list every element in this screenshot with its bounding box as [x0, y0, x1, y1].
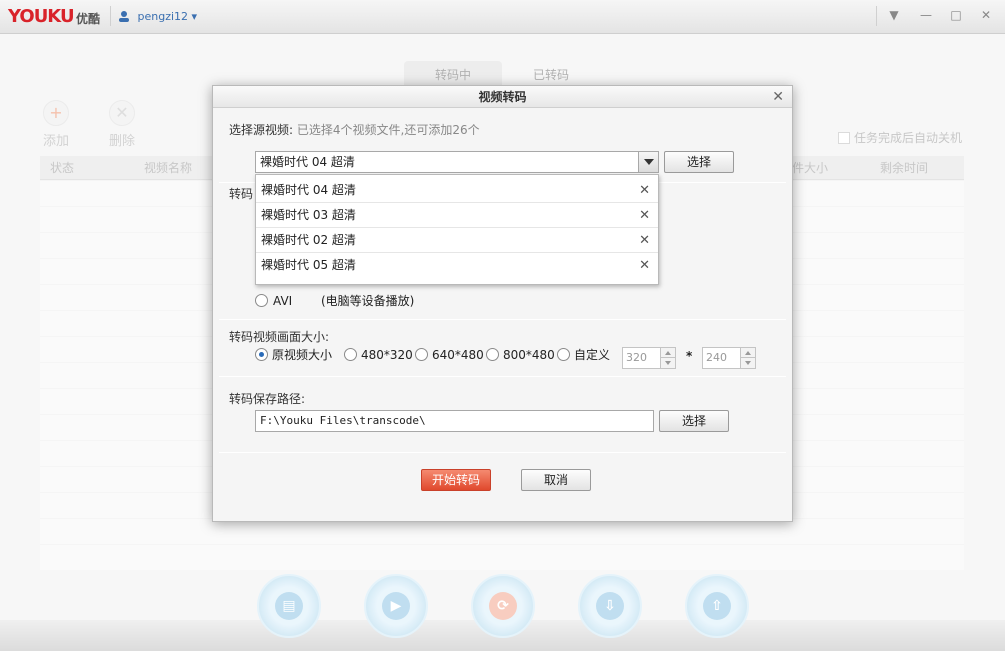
remove-icon[interactable]: ✕: [639, 253, 650, 278]
section-divider: [219, 319, 786, 320]
decrement-icon[interactable]: [660, 358, 675, 368]
custom-width-stepper[interactable]: 320: [622, 347, 676, 369]
size-radio-800x480[interactable]: [486, 348, 499, 361]
source-hint: 已选择4个视频文件,还可添加26个: [296, 123, 480, 137]
size-radio-640x480[interactable]: [415, 348, 428, 361]
custom-height-stepper[interactable]: 240: [702, 347, 756, 369]
size-label: 转码视频画面大小:: [229, 330, 330, 344]
transcode-dialog: 视频转码 ✕ 选择源视频: 已选择4个视频文件,还可添加26个 裸婚时代 04 …: [212, 85, 793, 522]
logo-cn-text: 优酷: [76, 12, 101, 26]
save-path-value: F:\Youku Files\transcode\: [260, 414, 426, 427]
titlebar-divider: [110, 6, 111, 26]
increment-icon[interactable]: [740, 348, 755, 358]
dialog-titlebar: 视频转码 ✕: [213, 86, 792, 108]
size-option-label: 原视频大小: [272, 348, 333, 362]
section-divider: [219, 376, 786, 377]
avi-label: AVI: [273, 294, 293, 308]
user-icon: [119, 11, 129, 22]
custom-width-value: 320: [626, 351, 647, 364]
size-option-label: 800*480: [503, 348, 555, 362]
youku-logo: YOUKU: [8, 6, 75, 27]
minimize-icon[interactable]: —: [916, 6, 936, 24]
dropdown-item[interactable]: 裸婚时代 05 超清 ✕: [256, 253, 658, 278]
dropdown-item-label: 裸婚时代 05 超清: [261, 258, 356, 272]
close-icon[interactable]: ✕: [976, 6, 996, 24]
cancel-button[interactable]: 取消: [521, 469, 591, 491]
source-label-row: 选择源视频: 已选择4个视频文件,还可添加26个: [229, 121, 480, 138]
avi-desc: (电脑等设备播放): [321, 294, 415, 308]
size-radio-custom[interactable]: [557, 348, 570, 361]
chevron-down-icon: ▾: [191, 10, 198, 23]
section-divider: [219, 452, 786, 453]
source-select-button[interactable]: 选择: [664, 151, 734, 173]
user-menu[interactable]: pengzi12 ▾: [118, 10, 197, 23]
dropdown-item[interactable]: 裸婚时代 03 超清 ✕: [256, 203, 658, 228]
size-radio-480x320[interactable]: [344, 348, 357, 361]
titlebar-divider: [876, 6, 877, 26]
dropdown-item-label: 裸婚时代 04 超清: [261, 183, 356, 197]
dropdown-item-label: 裸婚时代 03 超清: [261, 208, 356, 222]
source-label: 选择源视频:: [229, 123, 294, 137]
source-video-dropdown: 裸婚时代 04 超清 ✕ 裸婚时代 03 超清 ✕ 裸婚时代 02 超清 ✕ 裸…: [255, 174, 659, 285]
path-select-button[interactable]: 选择: [659, 410, 729, 432]
size-radio-original[interactable]: [255, 348, 268, 361]
dropdown-arrow-icon[interactable]: [638, 152, 658, 172]
size-option-label: 640*480: [432, 348, 484, 362]
source-video-select[interactable]: 裸婚时代 04 超清: [255, 151, 659, 173]
maximize-icon[interactable]: □: [946, 6, 966, 24]
custom-height-value: 240: [706, 351, 727, 364]
times-sign: *: [686, 349, 693, 363]
save-path-input[interactable]: F:\Youku Files\transcode\: [255, 410, 654, 432]
menu-chevron-icon[interactable]: ▼: [884, 6, 904, 24]
decrement-icon[interactable]: [740, 358, 755, 368]
close-icon[interactable]: ✕: [772, 86, 784, 108]
start-transcode-button[interactable]: 开始转码: [421, 469, 491, 491]
dialog-title: 视频转码: [478, 90, 527, 104]
increment-icon[interactable]: [660, 348, 675, 358]
format-label: 转码: [229, 187, 254, 201]
app-titlebar: YOUKU 优酷 pengzi12 ▾ ▼ — □ ✕: [0, 0, 1005, 34]
selected-video: 裸婚时代 04 超清: [260, 155, 355, 169]
dropdown-item-label: 裸婚时代 02 超清: [261, 233, 356, 247]
username: pengzi12: [137, 10, 189, 23]
dropdown-item[interactable]: 裸婚时代 04 超清 ✕: [256, 178, 658, 203]
size-option-label: 自定义: [574, 348, 611, 362]
format-radio-avi[interactable]: [255, 294, 268, 307]
size-option-label: 480*320: [361, 348, 413, 362]
remove-icon[interactable]: ✕: [639, 228, 650, 253]
path-label: 转码保存路径:: [229, 392, 306, 406]
remove-icon[interactable]: ✕: [639, 203, 650, 228]
dropdown-item[interactable]: 裸婚时代 02 超清 ✕: [256, 228, 658, 253]
logo-text: YOUKU: [8, 6, 75, 27]
remove-icon[interactable]: ✕: [639, 178, 650, 203]
